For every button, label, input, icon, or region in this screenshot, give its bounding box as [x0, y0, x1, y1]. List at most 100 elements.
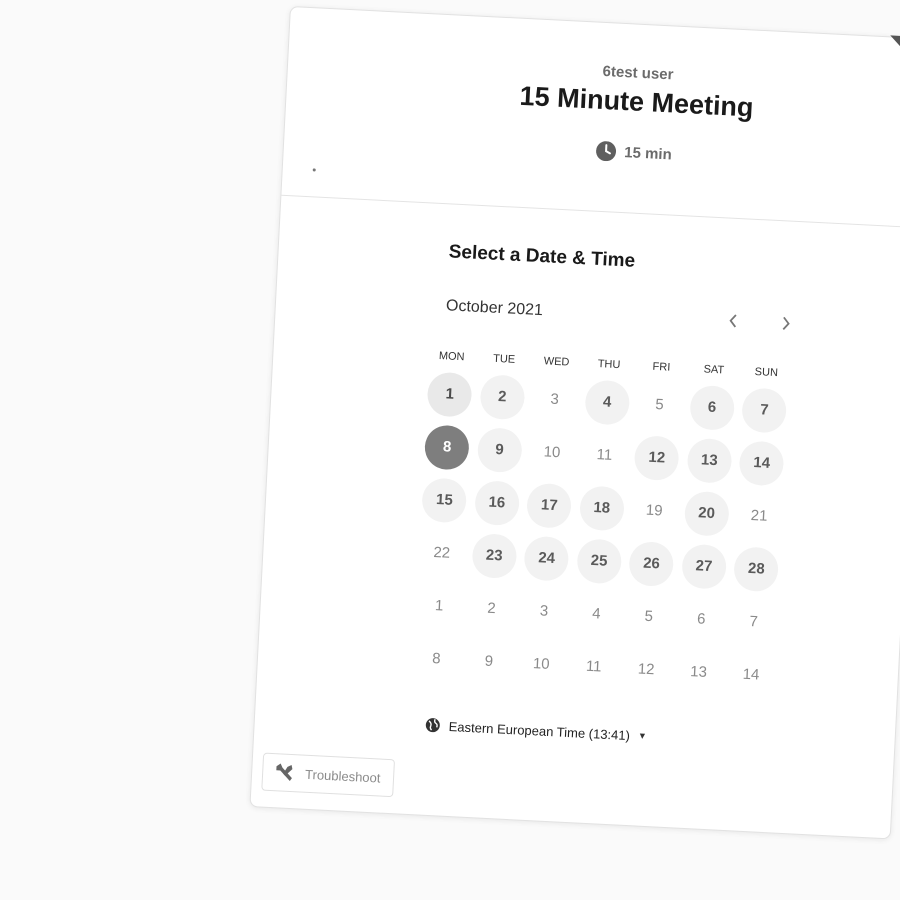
calendar-day: 5: [621, 589, 676, 645]
day-number: 14: [738, 439, 785, 487]
globe-icon: [424, 717, 441, 734]
calendar-day-button[interactable]: 1: [422, 366, 477, 422]
month-label: October 2021: [445, 297, 544, 320]
day-number: 3: [550, 390, 560, 409]
day-number: 7: [749, 613, 759, 631]
weekday-header: FRI: [652, 360, 671, 374]
day-number: 13: [689, 663, 708, 681]
day-number: 6: [688, 384, 736, 431]
calendar-day-button[interactable]: 23: [467, 528, 522, 584]
day-number: 25: [575, 537, 623, 584]
calendar-day: 1: [412, 578, 467, 634]
weekday-header: THU: [597, 358, 621, 372]
day-number: 11: [596, 446, 613, 464]
calendar-day: 5: [632, 377, 687, 433]
day-number: 2: [479, 373, 526, 420]
calendar-day-button[interactable]: 20: [679, 485, 734, 541]
decorative-dot: [312, 168, 316, 172]
calendar-day-button[interactable]: 4: [580, 374, 635, 430]
chevron-left-icon: [729, 314, 737, 328]
chevron-right-icon: [782, 316, 790, 330]
calendar-day: 4: [569, 586, 624, 642]
calendar-day-button[interactable]: 12: [629, 430, 684, 486]
timezone-selector[interactable]: Eastern European Time (13:41) ▼: [424, 717, 647, 744]
day-number: 8: [431, 650, 442, 668]
calendar-day: 2: [464, 581, 519, 637]
caret-down-icon: ▼: [637, 730, 648, 741]
calendar-day: 11: [577, 427, 632, 483]
day-number: 19: [645, 501, 663, 520]
troubleshoot-button[interactable]: Troubleshoot: [261, 752, 396, 798]
calendar-day-button[interactable]: 14: [734, 435, 789, 491]
event-duration: 15 min: [284, 125, 900, 180]
day-number: 20: [683, 490, 730, 537]
day-number: 7: [741, 386, 788, 434]
day-number: 24: [523, 535, 570, 582]
wrench-icon: [273, 761, 296, 784]
calendar-day-button[interactable]: 25: [572, 533, 627, 589]
troubleshoot-label: Troubleshoot: [304, 766, 381, 786]
day-number: 13: [686, 437, 733, 484]
calendar-day-button[interactable]: 7: [737, 382, 792, 438]
day-number: 12: [637, 660, 655, 679]
calendar-day-button[interactable]: 2: [475, 369, 530, 425]
calendar-day-button[interactable]: 6: [684, 380, 739, 436]
calendar-day: 6: [674, 591, 729, 647]
day-number: 23: [471, 532, 518, 579]
calendar-day: 10: [514, 636, 569, 692]
calendar-day: 9: [461, 634, 516, 690]
day-number: 28: [733, 545, 780, 592]
calendar-day: 19: [627, 483, 682, 539]
calendar-day: 3: [516, 583, 571, 639]
calendar-day-button[interactable]: 13: [682, 433, 737, 489]
calendar-grid: MON TUE WED THU FRI SAT SUN 1 2 3 4 5 6 7 8 9 10 11 12 13 14…: [409, 344, 793, 702]
weekday-header: MON: [438, 349, 465, 364]
day-number: 9: [476, 426, 523, 473]
calendar-day: 11: [566, 639, 621, 695]
day-number: 6: [696, 610, 706, 628]
calendar-day: 3: [527, 372, 582, 428]
day-number: 1: [434, 597, 444, 615]
calendar-day: 12: [619, 642, 674, 698]
calendar-day-button[interactable]: 24: [519, 530, 574, 586]
weekday-header: TUE: [492, 352, 516, 366]
day-number: 14: [742, 665, 760, 684]
timezone-label: Eastern European Time (13:41): [448, 718, 631, 743]
day-number: 10: [532, 655, 551, 673]
day-number: 2: [486, 599, 497, 618]
day-number: 3: [539, 602, 549, 620]
weekday-header: WED: [543, 355, 570, 369]
day-number: 11: [585, 657, 602, 676]
calendar-day: 10: [524, 425, 579, 481]
calendar-day-button[interactable]: 28: [729, 541, 784, 597]
select-date-title: Select a Date & Time: [448, 241, 636, 272]
calendar-day-button[interactable]: 16: [469, 475, 524, 531]
calendar-day-button[interactable]: 8: [420, 419, 475, 475]
booking-card: 6test user 15 Minute Meeting 15 min Sele…: [249, 6, 900, 840]
calendar-day-button[interactable]: 27: [676, 538, 731, 594]
calendar-day: 22: [414, 525, 469, 581]
calendar-day: 21: [731, 488, 786, 544]
calendar-day-button[interactable]: 18: [574, 480, 629, 536]
day-number: 1: [426, 370, 473, 418]
day-number: 22: [433, 543, 451, 562]
day-number: 15: [421, 476, 468, 524]
day-number: 9: [484, 652, 494, 671]
day-number: 26: [628, 540, 675, 587]
day-number: 10: [543, 443, 561, 462]
calendar-day-button[interactable]: 9: [472, 422, 527, 478]
calendar-day-button[interactable]: 26: [624, 536, 679, 592]
duration-label: 15 min: [623, 143, 673, 163]
day-number: 4: [584, 378, 631, 426]
day-number: 5: [654, 396, 665, 414]
calendar-day-button[interactable]: 15: [417, 472, 472, 528]
event-header: 6test user 15 Minute Meeting 15 min: [281, 7, 900, 227]
day-number: 4: [591, 605, 601, 623]
prev-month-button[interactable]: [720, 307, 747, 334]
next-month-button[interactable]: [772, 310, 799, 337]
day-number: 16: [473, 479, 520, 526]
day-number: 27: [680, 543, 728, 590]
day-number: 5: [644, 607, 654, 626]
calendar-day-button[interactable]: 17: [522, 477, 577, 533]
day-number: 8: [424, 423, 471, 471]
